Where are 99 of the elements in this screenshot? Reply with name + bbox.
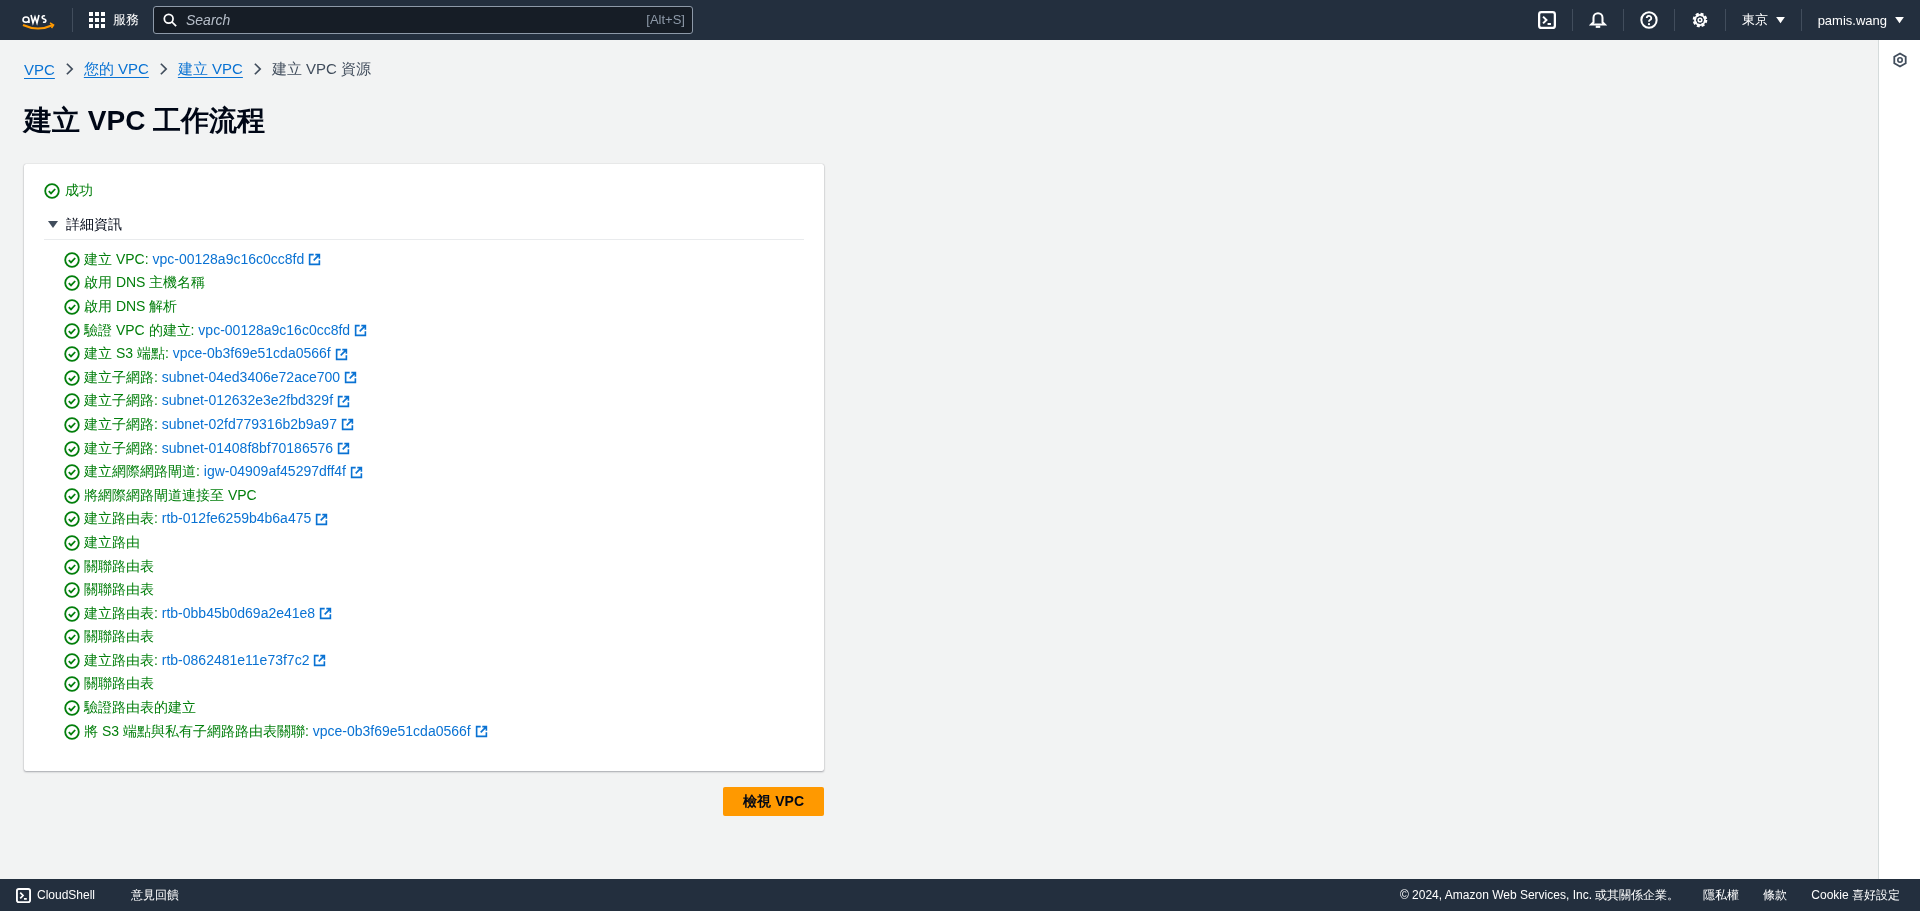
success-icon (64, 723, 80, 740)
step-text: 建立路由表: rtb-012fe6259b4b6a475 (84, 510, 312, 529)
step-text: 驗證 VPC 的建立: vpc-00128a9c16c0cc8fd (84, 321, 351, 340)
resource-link[interactable]: subnet-04ed3406e72ace700 (161, 368, 341, 385)
settings-icon[interactable] (1690, 11, 1709, 29)
caret-icon (48, 220, 58, 230)
success-icon (64, 275, 80, 292)
step-text: 建立 S3 端點: vpce-0b3f69e51cda0566f (84, 345, 331, 364)
user-menu[interactable]: pamis.wang (1817, 12, 1904, 28)
resource-link[interactable]: vpce-0b3f69e51cda0566f (172, 345, 331, 362)
caret-icon (1775, 16, 1785, 24)
step-text: 建立子網路: subnet-01408f8bf70186576 (84, 439, 334, 458)
chevron-icon (64, 62, 74, 76)
success-icon (64, 393, 80, 410)
resource-link[interactable]: vpc-00128a9c16c0cc8fd (198, 321, 351, 338)
footer-link[interactable]: 條款 (1763, 886, 1788, 904)
step-text: 建立網際網路閘道: igw-04909af45297dff4f (84, 463, 346, 482)
success-icon (64, 322, 80, 339)
step-text: 建立路由 (84, 533, 140, 552)
cloudshell-link[interactable]: CloudShell (16, 887, 96, 903)
step-text: 建立子網路: subnet-04ed3406e72ace700 (84, 368, 341, 387)
step-text: 啟用 DNS 解析 (84, 298, 178, 316)
breadcrumb-link[interactable]: 您的 VPC (83, 59, 149, 79)
breadcrumb-link[interactable]: VPC (24, 60, 55, 78)
hexagon-icon[interactable] (1891, 52, 1908, 68)
step-text: 關聯路由表 (84, 628, 154, 647)
resource-link[interactable]: rtb-012fe6259b4b6a475 (161, 510, 312, 527)
success-icon (64, 534, 80, 551)
external-link-icon (350, 465, 363, 479)
help-icon[interactable] (1639, 11, 1658, 29)
bell-icon[interactable] (1588, 11, 1607, 29)
step-text: 關聯路由表 (84, 581, 154, 600)
services-button[interactable]: 服務 (89, 11, 139, 29)
details-toggle[interactable]: 詳細資訊 (44, 212, 804, 240)
breadcrumb-current: 建立 VPC 資源 (271, 59, 372, 79)
external-link-icon (308, 253, 322, 267)
resource-link[interactable]: vpce-0b3f69e51cda0566f (312, 722, 471, 739)
feedback-link[interactable]: 意見回饋 (131, 886, 180, 904)
external-link-icon (354, 324, 368, 338)
step-text: 建立子網路: subnet-012632e3e2fbd329f (84, 392, 334, 411)
success-icon (64, 676, 80, 693)
page-title: 建立 VPC 工作流程 (24, 104, 267, 138)
terminal-icon (16, 887, 31, 903)
success-icon (64, 251, 80, 268)
success-icon (64, 464, 80, 481)
success-icon (64, 558, 80, 575)
step-text: 將 S3 端點與私有子網路路由表關聯: vpce-0b3f69e51cda0566f (84, 722, 471, 741)
success-icon (64, 605, 80, 622)
external-link-icon (337, 442, 351, 456)
grid-icon (89, 12, 105, 28)
footer-link[interactable]: Cookie 喜好設定 (1811, 886, 1900, 904)
step-text: 建立路由表: rtb-0862481e11e73f7c2 (84, 651, 310, 670)
external-link-icon (319, 607, 333, 621)
breadcrumb-link[interactable]: 建立 VPC (177, 59, 243, 79)
resource-link[interactable]: rtb-0862481e11e73f7c2 (161, 651, 310, 668)
success-icon (64, 440, 80, 457)
success-icon (64, 582, 80, 599)
resource-link[interactable]: rtb-0bb45b0d69a2e41e8 (161, 604, 316, 621)
success-icon (64, 511, 80, 528)
resource-link[interactable]: subnet-012632e3e2fbd329f (161, 392, 334, 409)
cloudshell-icon[interactable] (1537, 11, 1556, 29)
success-icon (64, 346, 80, 363)
step-text: 建立路由表: rtb-0bb45b0d69a2e41e8 (84, 604, 316, 623)
footer-link[interactable]: 隱私權 (1703, 886, 1740, 904)
view-vpc-button[interactable]: 檢視 VPC (723, 787, 824, 817)
step-text: 關聯路由表 (84, 557, 154, 576)
success-icon (64, 416, 80, 433)
success-icon (64, 369, 80, 386)
success-icon (64, 299, 80, 315)
success-icon (64, 652, 80, 669)
step-text: 驗證路由表的建立 (84, 699, 196, 718)
region-menu[interactable]: 東京 (1741, 11, 1785, 29)
resource-link[interactable]: vpc-00128a9c16c0cc8fd (152, 250, 305, 267)
external-link-icon (340, 418, 354, 432)
search-icon (163, 13, 177, 27)
copyright-text: © 2024, Amazon Web Services, Inc. 或其關係企業。 (1399, 886, 1680, 904)
step-text: 將網際網路閘道連接至 VPC (84, 486, 257, 505)
chevron-icon (158, 62, 168, 76)
success-icon (44, 183, 60, 199)
chevron-icon (252, 62, 262, 76)
external-link-icon (315, 512, 329, 526)
success-icon (64, 629, 80, 646)
external-link-icon (344, 371, 358, 385)
caret-icon (1895, 16, 1904, 24)
resource-link[interactable]: subnet-02fd779316b2b9a97 (161, 415, 337, 432)
external-link-icon (313, 654, 327, 668)
status-text: 成功 (65, 182, 93, 200)
external-link-icon (337, 394, 351, 408)
external-link-icon (474, 725, 488, 739)
resource-link[interactable]: igw-04909af45297dff4f (203, 463, 346, 480)
success-icon (64, 700, 80, 717)
step-text: 建立子網路: subnet-02fd779316b2b9a97 (84, 415, 337, 434)
step-text: 建立 VPC: vpc-00128a9c16c0cc8fd (84, 250, 305, 269)
external-link-icon (334, 347, 348, 361)
success-icon (64, 487, 80, 504)
step-text: 啟用 DNS 主機名稱 (84, 274, 206, 293)
step-text: 關聯路由表 (84, 675, 154, 694)
resource-link[interactable]: subnet-01408f8bf70186576 (161, 439, 334, 456)
shortcut-hint: [Alt+S] (646, 12, 685, 27)
